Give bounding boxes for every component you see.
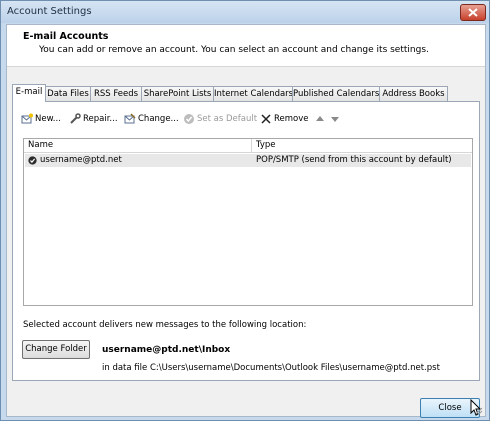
- email-tab-panel: New... Repair... Change... Set as Defaul…: [12, 101, 480, 381]
- remove-x-icon: [261, 113, 271, 124]
- change-button[interactable]: Change...: [124, 112, 179, 126]
- arrow-down-icon: [331, 116, 339, 122]
- set-default-label: Set as Default: [197, 114, 258, 124]
- delivery-location: username@ptd.net\Inbox: [102, 345, 231, 355]
- change-folder-button[interactable]: Change Folder: [22, 340, 90, 359]
- new-label: New...: [35, 114, 61, 124]
- tab-data-files[interactable]: Data Files: [45, 86, 91, 101]
- set-default-button[interactable]: Set as Default: [183, 112, 257, 126]
- column-header-type[interactable]: Type: [256, 140, 276, 150]
- delivery-data-file: in data file C:\Users\username\Documents…: [102, 363, 440, 373]
- tab-sharepoint-lists[interactable]: SharePoint Lists: [141, 86, 214, 101]
- title-bar: Account Settings: [1, 1, 489, 23]
- arrow-up-icon: [316, 115, 324, 121]
- account-row[interactable]: username@ptd.net POP/SMTP (send from thi…: [25, 154, 471, 167]
- account-name: username@ptd.net: [40, 155, 122, 165]
- remove-button[interactable]: Remove: [260, 112, 309, 126]
- window-close-button[interactable]: [460, 4, 486, 21]
- list-header: Name Type: [24, 139, 472, 153]
- tab-rss-feeds[interactable]: RSS Feeds: [90, 86, 142, 101]
- account-type: POP/SMTP (send from this account by defa…: [256, 155, 452, 165]
- default-account-check-icon: [28, 156, 37, 165]
- checkmark-circle-icon: [184, 113, 194, 124]
- dialog-header: E-mail Accounts You can add or remove an…: [7, 25, 485, 67]
- account-settings-window: Account Settings E-mail Accounts You can…: [0, 0, 490, 421]
- header-title: E-mail Accounts: [23, 31, 109, 42]
- column-header-name[interactable]: Name: [28, 140, 53, 150]
- move-up-button[interactable]: [314, 112, 328, 126]
- move-down-button[interactable]: [329, 112, 343, 126]
- change-account-icon: [124, 112, 136, 123]
- window-title: Account Settings: [7, 6, 92, 17]
- header-subtitle: You can add or remove an account. You ca…: [39, 45, 429, 55]
- tab-email[interactable]: E-mail: [12, 84, 46, 102]
- resize-grip-icon[interactable]: [475, 407, 483, 415]
- new-account-icon: [21, 113, 33, 123]
- repair-button[interactable]: Repair...: [69, 112, 118, 126]
- delivery-label: Selected account delivers new messages t…: [23, 320, 307, 330]
- new-button[interactable]: New...: [21, 112, 61, 126]
- dialog-body: E-mail Accounts You can add or remove an…: [6, 24, 486, 418]
- repair-label: Repair...: [83, 114, 118, 124]
- remove-label: Remove: [274, 114, 309, 124]
- column-divider: [251, 139, 252, 152]
- close-icon: [468, 8, 478, 17]
- accounts-list[interactable]: Name Type username@ptd.net POP/SMTP (sen…: [23, 138, 473, 306]
- tab-published-calendars[interactable]: Published Calendars: [292, 86, 380, 101]
- tab-address-books[interactable]: Address Books: [379, 86, 448, 101]
- change-label: Change...: [138, 114, 179, 124]
- wrench-icon: [70, 112, 81, 124]
- tab-internet-calendars[interactable]: Internet Calendars: [213, 86, 293, 101]
